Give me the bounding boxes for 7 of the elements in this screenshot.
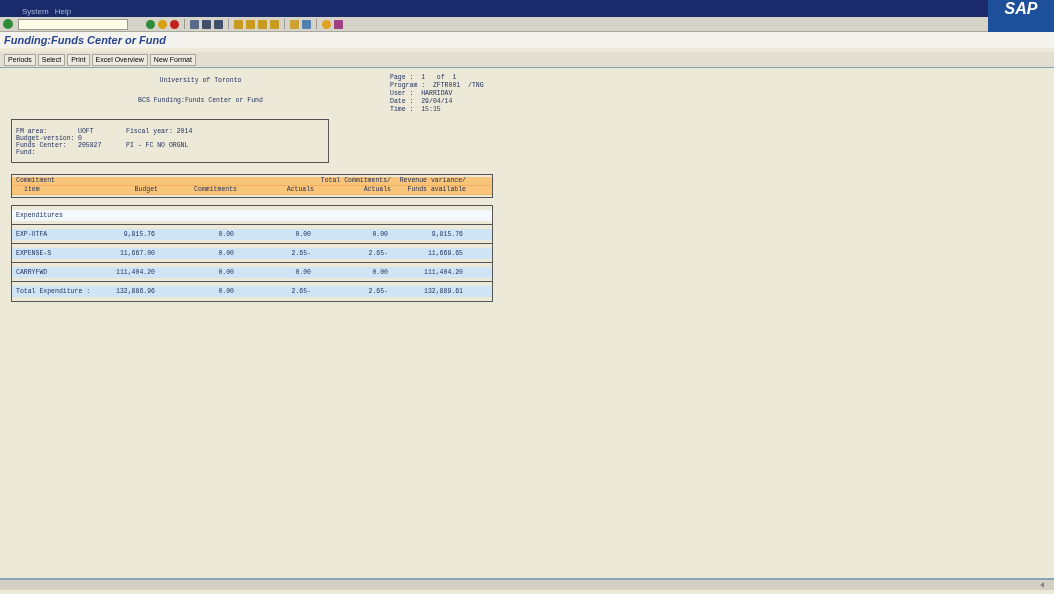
- menu-item[interactable]: Help: [54, 8, 72, 16]
- check-icon[interactable]: [3, 19, 13, 29]
- caret-icon[interactable]: [1040, 582, 1044, 588]
- logo-text: SAP: [1004, 1, 1038, 17]
- menu-item[interactable]: System: [22, 8, 49, 16]
- window-title: Funding:Funds Center or Fund: [4, 32, 166, 48]
- command-field[interactable]: [18, 18, 128, 30]
